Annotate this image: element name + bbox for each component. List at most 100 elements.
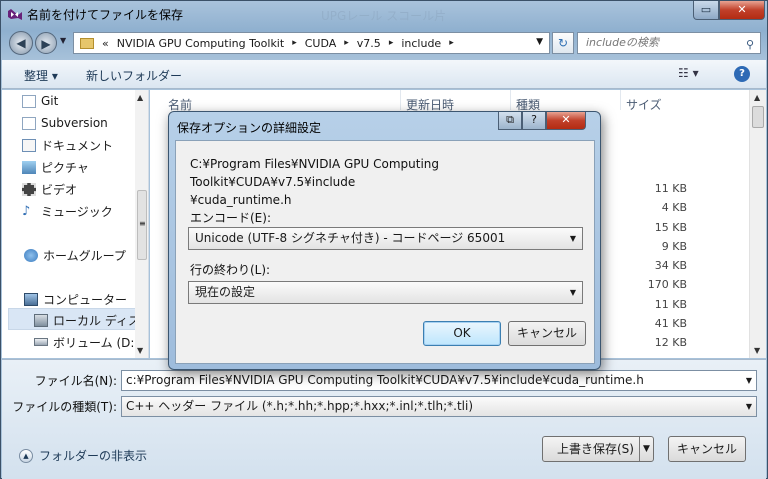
file-size: 11 KB xyxy=(654,182,687,195)
chevron-down-icon[interactable]: ▼ xyxy=(746,371,752,390)
file-size: 12 KB xyxy=(654,336,687,349)
encoding-label: エンコード(E): xyxy=(190,211,271,225)
sidebar-item-computer[interactable]: コンピューター xyxy=(24,290,127,308)
ok-button[interactable]: OK xyxy=(423,321,501,346)
picture-icon xyxy=(22,160,36,174)
breadcrumb-separator-icon[interactable]: ▸ xyxy=(389,38,394,48)
music-icon: ♪ xyxy=(22,203,31,219)
file-size: 11 KB xyxy=(654,298,687,311)
refresh-button[interactable]: ↻ xyxy=(552,32,574,54)
breadcrumb-nvidia[interactable]: NVIDIA GPU Computing Toolkit xyxy=(117,37,284,50)
scrollbar-thumb[interactable]: ≡ xyxy=(137,190,147,260)
navigation-bar: ◀ ▶ ▼ « NVIDIA GPU Computing Toolkit ▸ C… xyxy=(1,28,767,58)
collapse-icon: ▲ xyxy=(19,448,33,463)
sidebar-item-documents[interactable]: ドキュメント xyxy=(22,136,113,154)
breadcrumb-separator-icon[interactable]: ▸ xyxy=(292,38,297,48)
breadcrumb-cuda[interactable]: CUDA xyxy=(305,37,337,50)
scroll-down-icon[interactable]: ▼ xyxy=(754,346,760,355)
close-icon[interactable]: ✕ xyxy=(546,112,586,130)
close-button[interactable]: ✕ xyxy=(719,1,765,20)
window-title: 名前を付けてファイルを保存 xyxy=(27,8,184,22)
title-bar: 名前を付けてファイルを保存 UPGレール スコール片 ▭ ✕ xyxy=(1,1,767,27)
address-bar[interactable]: « NVIDIA GPU Computing Toolkit ▸ CUDA ▸ … xyxy=(73,32,550,54)
column-divider[interactable] xyxy=(620,90,621,110)
column-divider[interactable] xyxy=(400,90,401,110)
save-button[interactable]: 上書き保存(S) ▼ xyxy=(542,436,654,462)
file-size: 9 KB xyxy=(661,240,687,253)
navigation-pane: Git Subversion ドキュメント ピクチャ ビデオ ♪ ミュージック ホ… xyxy=(2,90,149,358)
file-icon xyxy=(22,116,36,130)
search-placeholder: includeの検索 xyxy=(586,36,659,49)
file-path: C:¥Program Files¥NVIDIA GPU Computing To… xyxy=(190,157,440,207)
save-file-dialog: 名前を付けてファイルを保存 UPGレール スコール片 ▭ ✕ ◀ ▶ ▼ « N… xyxy=(0,0,768,479)
hide-folders-button[interactable]: ▲ フォルダーの非表示 xyxy=(19,447,147,464)
computer-icon xyxy=(24,292,38,306)
hide-folders-label: フォルダーの非表示 xyxy=(39,449,148,463)
file-icon xyxy=(22,94,36,108)
scrollbar-thumb[interactable] xyxy=(752,106,764,128)
background-window-title: UPGレール スコール片 xyxy=(321,9,447,23)
breadcrumb-include[interactable]: include xyxy=(401,37,441,50)
history-dropdown-icon[interactable]: ▼ xyxy=(60,36,66,45)
breadcrumb-separator-icon[interactable]: ▸ xyxy=(449,38,454,48)
help-icon[interactable]: ? xyxy=(522,112,546,130)
sidebar-item-subversion[interactable]: Subversion xyxy=(22,114,108,132)
back-button[interactable]: ◀ xyxy=(9,31,33,55)
forward-button[interactable]: ▶ xyxy=(35,32,57,54)
video-icon xyxy=(22,182,36,196)
chevron-down-icon[interactable]: ▼ xyxy=(746,397,752,416)
save-form: ファイル名(N): c:¥Program Files¥NVIDIA GPU Co… xyxy=(2,359,766,479)
organize-button[interactable]: 整理 ▾ xyxy=(24,67,58,84)
scroll-up-icon[interactable]: ▲ xyxy=(137,93,143,102)
minimize-button[interactable]: ▭ xyxy=(693,1,719,20)
chevron-down-icon: ▼ xyxy=(569,234,576,243)
search-input[interactable]: includeの検索 ⚲ xyxy=(577,32,761,54)
breadcrumb-separator-icon[interactable]: ▸ xyxy=(344,38,349,48)
sort-arrow-icon: ⌃ xyxy=(280,90,288,95)
homegroup-icon xyxy=(24,248,38,262)
filename-label: ファイル名(N): xyxy=(34,374,117,388)
drive-icon xyxy=(34,338,48,346)
filetype-select[interactable]: C++ ヘッダー ファイル (*.h;*.hh;*.hpp;*.hxx;*.in… xyxy=(121,396,757,417)
sidebar-item-volume-d[interactable]: ボリューム (D:) xyxy=(34,333,139,351)
split-divider xyxy=(639,437,640,461)
folder-icon xyxy=(80,37,94,49)
new-folder-button[interactable]: 新しいフォルダー xyxy=(86,67,182,84)
view-options-icon[interactable]: ☷ ▾ xyxy=(678,66,699,80)
column-divider[interactable] xyxy=(510,90,511,110)
drive-icon xyxy=(34,313,48,327)
scroll-down-icon[interactable]: ▼ xyxy=(137,346,143,355)
sidebar-item-local-disk[interactable]: ローカル ディス xyxy=(34,311,140,329)
breadcrumb-overflow[interactable]: « xyxy=(102,37,109,50)
restore-icon[interactable]: ⧉ xyxy=(498,112,522,130)
dialog-body: C:¥Program Files¥NVIDIA GPU Computing To… xyxy=(175,140,595,364)
sidebar-item-videos[interactable]: ビデオ xyxy=(22,180,77,198)
column-header-size[interactable]: サイズ xyxy=(626,96,662,113)
chevron-down-icon: ▼ xyxy=(569,288,576,297)
file-size: 15 KB xyxy=(654,221,687,234)
save-options-dropdown-icon[interactable]: ▼ xyxy=(643,437,650,461)
scroll-up-icon[interactable]: ▲ xyxy=(754,93,760,102)
file-size: 41 KB xyxy=(654,317,687,330)
encoding-select[interactable]: Unicode (UTF-8 シグネチャ付き) - コードページ 65001 ▼ xyxy=(188,227,583,250)
help-icon[interactable]: ? xyxy=(734,66,750,82)
file-size: 170 KB xyxy=(647,278,687,291)
breadcrumb-v75[interactable]: v7.5 xyxy=(357,37,381,50)
file-list-scrollbar[interactable]: ▲ ▼ xyxy=(749,90,766,358)
address-dropdown-icon[interactable]: ▼ xyxy=(536,37,543,47)
sidebar-item-pictures[interactable]: ピクチャ xyxy=(22,158,89,176)
dialog-cancel-button[interactable]: キャンセル xyxy=(508,321,586,346)
sidebar-item-homegroup[interactable]: ホームグループ xyxy=(24,246,126,264)
cancel-button[interactable]: キャンセル xyxy=(668,436,746,462)
document-icon xyxy=(22,138,36,152)
command-bar: 整理 ▾ 新しいフォルダー ☷ ▾ ? xyxy=(2,60,766,89)
filetype-label: ファイルの種類(T): xyxy=(12,400,117,414)
sidebar-item-music[interactable]: ♪ ミュージック xyxy=(22,202,113,220)
line-ending-select[interactable]: 現在の設定 ▼ xyxy=(188,281,583,304)
search-icon[interactable]: ⚲ xyxy=(746,35,754,55)
line-ending-label: 行の終わり(L): xyxy=(190,263,271,277)
advanced-save-options-dialog: 保存オプションの詳細設定 ⧉ ? ✕ C:¥Program Files¥NVID… xyxy=(168,111,601,370)
sidebar-item-git[interactable]: Git xyxy=(22,92,58,110)
filename-input[interactable]: c:¥Program Files¥NVIDIA GPU Computing To… xyxy=(121,370,757,391)
sidebar-scrollbar[interactable]: ▲ ≡ ▼ xyxy=(135,90,148,358)
